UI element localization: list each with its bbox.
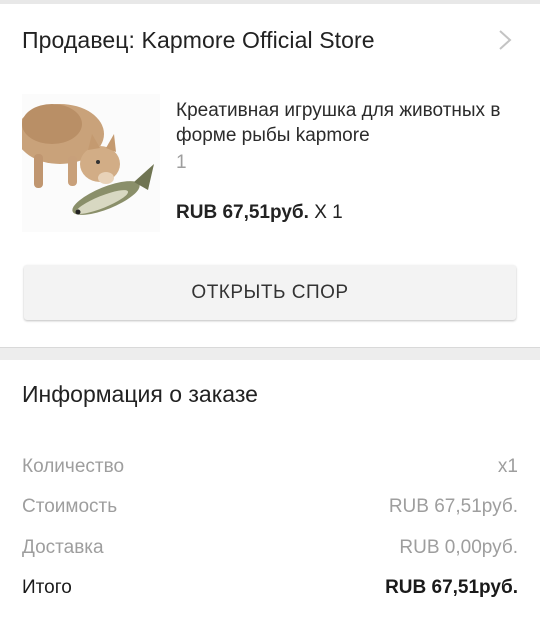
order-row-value: x1 (497, 456, 518, 477)
order-row-value: RUB 0,00руб. (399, 537, 518, 558)
product-price-line: RUB 67,51руб. X 1 (176, 202, 343, 224)
order-row-label: Итого (22, 577, 72, 598)
chevron-right-icon (499, 30, 512, 50)
order-row-shipping: Доставка RUB 0,00руб. (22, 533, 518, 563)
order-total-value: RUB 67,51руб. (385, 577, 518, 598)
order-row-total: Итого RUB 67,51руб. (22, 573, 518, 603)
seller-name: Продавец: Kapmore Official Store (22, 26, 375, 53)
product-quantity: X 1 (308, 202, 343, 223)
product-image[interactable] (22, 94, 160, 232)
product-item[interactable]: Креативная игрушка для животных в форме … (22, 94, 518, 234)
order-row-value: RUB 67,51руб. (388, 496, 518, 517)
seller-row[interactable]: Продавец: Kapmore Official Store (0, 4, 540, 76)
order-row-label: Количество (22, 456, 125, 477)
order-row-label: Доставка (22, 537, 104, 558)
order-row-label: Стоимость (22, 496, 118, 517)
product-price: RUB 67,51руб. (176, 202, 309, 223)
cat-with-fish-toy-image (22, 94, 160, 232)
product-variant: 1 (176, 152, 187, 173)
section-divider (0, 347, 540, 360)
order-row-cost: Стоимость RUB 67,51руб. (22, 492, 518, 522)
product-title[interactable]: Креативная игрушка для животных в форме … (176, 98, 520, 148)
order-row-quantity: Количество x1 (22, 452, 518, 482)
order-info-title: Информация о заказе (22, 381, 258, 407)
open-dispute-button[interactable]: ОТКРЫТЬ СПОР (24, 265, 516, 320)
